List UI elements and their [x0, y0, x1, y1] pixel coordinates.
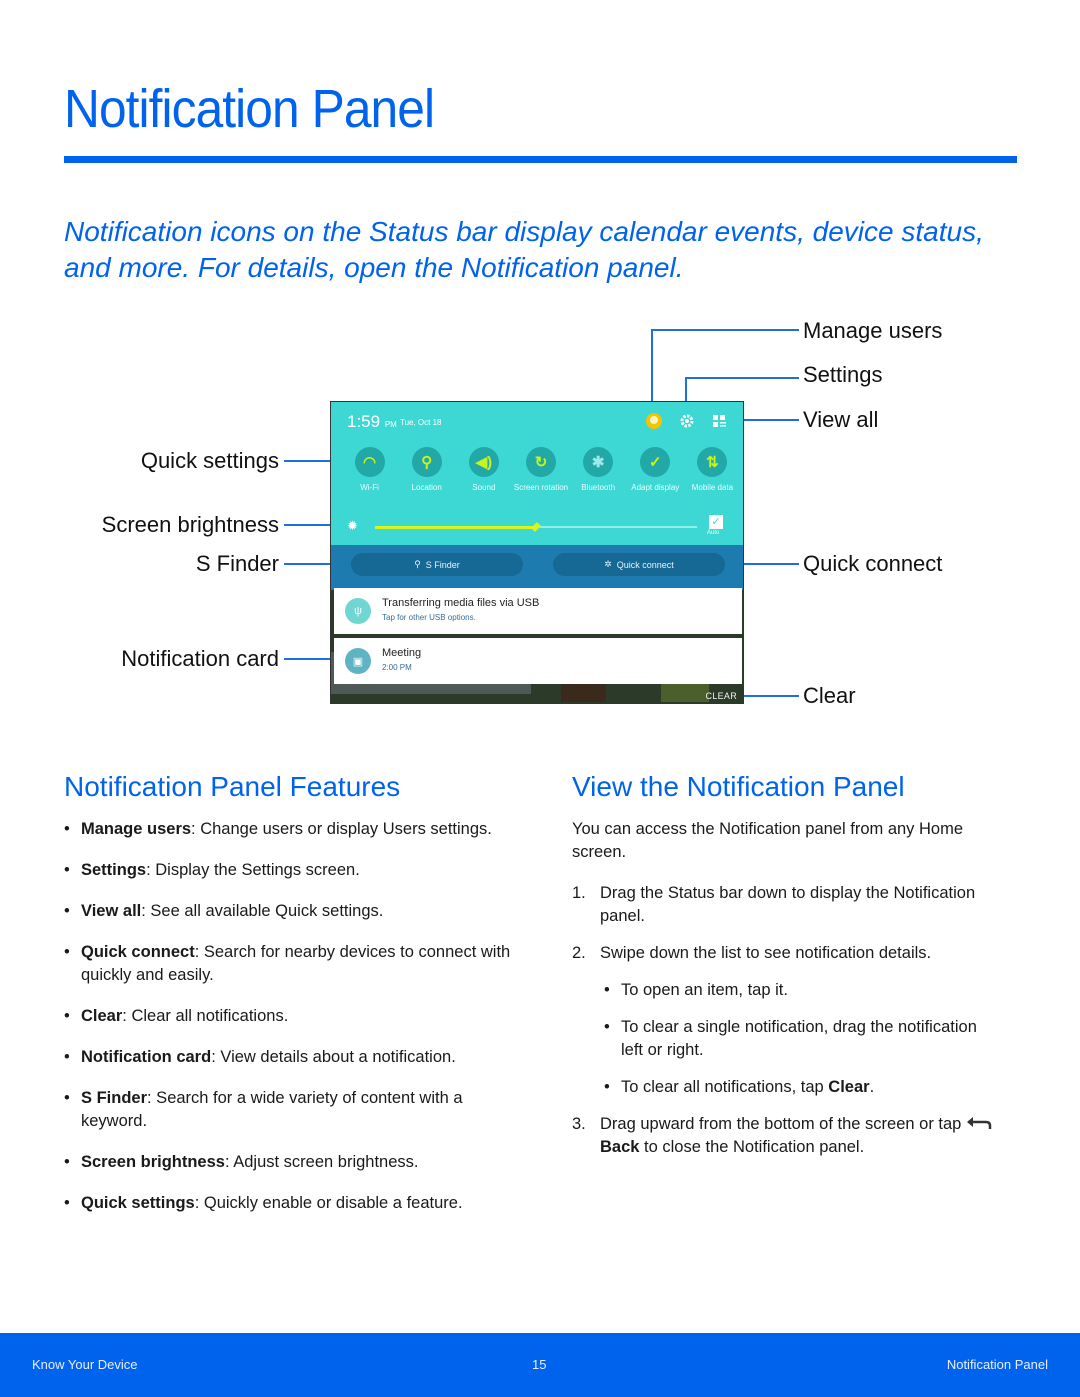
- quick-settings-tiles: ◠ Wi-Fi ⚲ Location ◀) Sound ↻ Screen rotatio…: [341, 447, 741, 493]
- mobile-data-icon: ⇅: [697, 447, 728, 477]
- feature-item: Clear: Clear all notifications.: [64, 1005, 514, 1028]
- feature-item: View all: See all available Quick settin…: [64, 900, 514, 923]
- notification-card[interactable]: ψ Transferring media files via USB Tap f…: [334, 588, 742, 634]
- page-number: 15: [532, 1357, 547, 1372]
- brightness-icon: ✹: [347, 518, 358, 533]
- footer-chapter: Notification Panel: [946, 1357, 1048, 1372]
- quick-connect-icon: ✲: [604, 559, 612, 569]
- leader-line: [740, 695, 799, 697]
- calendar-icon: ▣: [345, 648, 371, 674]
- back-icon: [966, 1114, 992, 1129]
- tile-mobile-data[interactable]: ⇅ Mobile data: [684, 447, 741, 493]
- tile-sound[interactable]: ◀) Sound: [455, 447, 512, 493]
- step: 1. Drag the Status bar down to display th…: [572, 884, 976, 925]
- sub-step: To clear a single notification, drag the…: [572, 1016, 1002, 1062]
- tile-location[interactable]: ⚲ Location: [398, 447, 455, 493]
- notification-card[interactable]: ▣ Meeting 2:00 PM: [334, 638, 742, 684]
- leader-line: [651, 329, 799, 331]
- feature-item: Settings: Display the Settings screen.: [64, 859, 514, 882]
- feature-item: Notification card: View details about a …: [64, 1046, 514, 1069]
- footer-section: Know Your Device: [32, 1357, 138, 1372]
- wifi-icon: ◠: [354, 447, 385, 477]
- brightness-slider[interactable]: [375, 522, 697, 532]
- feature-item: Quick connect: Search for nearby devices…: [64, 941, 514, 987]
- brightness-slider-thumb[interactable]: [531, 522, 541, 532]
- callout-clear: Clear: [803, 683, 856, 708]
- notification-subtitle: 2:00 PM: [382, 663, 412, 672]
- sub-step: To clear all notifications, tap Clear.: [572, 1076, 1002, 1099]
- callout-view-all: View all: [803, 407, 879, 432]
- sub-step: To open an item, tap it.: [572, 979, 1002, 1002]
- feature-item: Screen brightness: Adjust screen brightn…: [64, 1151, 514, 1174]
- user-avatar-icon[interactable]: [645, 412, 663, 430]
- step: 2. Swipe down the list to see notificatio…: [572, 944, 932, 962]
- callout-notification-card: Notification card: [121, 646, 279, 671]
- notification-subtitle: Tap for other USB options.: [382, 613, 476, 622]
- clock: 1:59 PM: [347, 412, 397, 431]
- search-icon: ⚲: [414, 559, 421, 569]
- view-intro: You can access the Notification panel fr…: [572, 820, 964, 861]
- feature-item: Quick settings: Quickly enable or disabl…: [64, 1192, 514, 1215]
- tile-bluetooth[interactable]: ✱ Bluetooth: [570, 447, 627, 493]
- title-rule: [64, 156, 1017, 163]
- callout-screen-brightness: Screen brightness: [101, 512, 279, 537]
- page-intro: Notification icons on the Status bar dis…: [64, 216, 984, 283]
- auto-brightness-checkbox[interactable]: ✓: [709, 515, 723, 529]
- page-title: Notification Panel: [64, 79, 435, 139]
- s-finder-button[interactable]: ⚲ S Finder: [351, 553, 523, 576]
- finder-row: ⚲ S Finder ✲ Quick connect: [331, 545, 743, 590]
- adapt-display-icon: ✓: [640, 447, 671, 477]
- usb-icon: ψ: [345, 598, 371, 624]
- tile-screen-rotation[interactable]: ↻ Screen rotation: [512, 447, 569, 493]
- feature-item: S Finder: Search for a wide variety of c…: [64, 1087, 514, 1133]
- quick-connect-button[interactable]: ✲ Quick connect: [553, 553, 725, 576]
- notification-title: Meeting: [382, 647, 422, 659]
- notification-title: Transferring media files via USB: [382, 597, 540, 609]
- gear-icon[interactable]: [678, 412, 696, 430]
- screen-rotation-icon: ↻: [525, 447, 556, 477]
- leader-line: [651, 329, 653, 411]
- grid-icon[interactable]: [711, 412, 729, 430]
- features-list: Manage users: Change users or display Us…: [64, 818, 514, 1233]
- auto-brightness-label: Auto: [707, 530, 720, 536]
- brightness-row: ✹ ✓ Auto: [345, 515, 735, 537]
- callout-quick-settings: Quick settings: [140, 448, 279, 473]
- callout-manage-users: Manage users: [803, 318, 943, 343]
- step: 3. Drag upward from the bottom of the scr…: [572, 1113, 1002, 1159]
- location-icon: ⚲: [411, 447, 442, 477]
- page-footer: Know Your Device 15 Notification Panel: [0, 1333, 1080, 1397]
- callout-settings: Settings: [803, 362, 883, 387]
- tile-wifi[interactable]: ◠ Wi-Fi: [341, 447, 398, 493]
- quick-settings-area: 1:59 PM Tue, Oct 18 ◠ Wi-Fi ⚲ Location ◀) S…: [331, 402, 743, 545]
- tile-adapt-display[interactable]: ✓ Adapt display: [627, 447, 684, 493]
- brightness-slider-fill: [375, 525, 536, 529]
- callout-quick-connect: Quick connect: [803, 551, 943, 576]
- clear-button[interactable]: CLEAR: [705, 691, 737, 701]
- callout-s-finder: S Finder: [195, 551, 279, 576]
- bluetooth-icon: ✱: [583, 447, 614, 477]
- sound-icon: ◀): [468, 447, 499, 477]
- view-heading: View the Notification Panel: [572, 771, 905, 802]
- leader-line: [685, 377, 799, 379]
- view-instructions: You can access the Notification panel fr…: [572, 818, 1002, 1173]
- features-heading: Notification Panel Features: [64, 771, 401, 802]
- date: Tue, Oct 18: [400, 418, 442, 427]
- notification-panel-screenshot: 1:59 PM Tue, Oct 18 ◠ Wi-Fi ⚲ Location ◀) S…: [330, 401, 744, 704]
- feature-item: Manage users: Change users or display Us…: [64, 818, 514, 841]
